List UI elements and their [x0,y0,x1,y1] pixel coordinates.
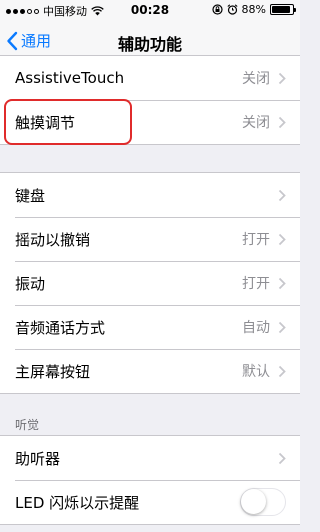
row-label: 触摸调节 [15,113,76,132]
status-bar: 中国移动 00:28 88% [0,0,300,20]
settings-group-hearing: 助听器 LED 闪烁以示提醒 [0,435,300,525]
row-assistivetouch[interactable]: AssistiveTouch 关闭 [0,56,300,100]
row-label: LED 闪烁以示提醒 [15,493,140,512]
row-value: 关闭 [242,115,270,131]
row-value: 自动 [242,320,270,336]
row-shake-to-undo[interactable]: 摇动以撤销 打开 [0,217,300,261]
settings-group-1: AssistiveTouch 关闭 触摸调节 关闭 [0,55,300,145]
rotation-lock-icon [211,4,223,15]
chevron-right-icon [278,321,286,333]
row-value: 打开 [242,276,270,292]
row-value: 关闭 [242,71,270,87]
row-label: 键盘 [15,186,46,205]
row-label: 助听器 [15,449,61,468]
row-value: 打开 [242,232,270,248]
chevron-right-icon [278,116,286,128]
toggle-knob [241,489,266,514]
row-home-button[interactable]: 主屏幕按钮 默认 [0,349,300,393]
battery-percent: 88% [241,3,266,16]
chevron-right-icon [278,365,286,377]
chevron-right-icon [278,189,286,201]
row-vibration[interactable]: 振动 打开 [0,261,300,305]
chevron-right-icon [278,452,286,464]
row-label: 摇动以撤销 [15,230,91,249]
row-label: AssistiveTouch [15,69,125,87]
settings-group-2: 键盘 摇动以撤销 打开 振动 打开 音频通话方式 自动 主屏幕按钮 默认 [0,172,300,394]
led-flash-toggle[interactable] [240,488,286,516]
alarm-icon [226,4,238,15]
chevron-right-icon [278,277,286,289]
row-label: 音频通话方式 [15,318,106,337]
chevron-right-icon [278,72,286,84]
row-led-flash-alerts: LED 闪烁以示提醒 [0,480,300,524]
status-right: 88% [211,3,296,16]
row-label: 振动 [15,274,46,293]
page-title: 辅助功能 [117,35,182,54]
row-value: 默认 [242,364,270,380]
row-keyboard[interactable]: 键盘 [0,173,300,217]
row-touch-accommodations[interactable]: 触摸调节 关闭 [0,100,300,144]
row-label: 主屏幕按钮 [15,362,91,381]
chevron-right-icon [278,233,286,245]
section-header-hearing: 听觉 [15,418,40,432]
battery-icon [270,4,296,15]
row-hearing-devices[interactable]: 助听器 [0,436,300,480]
row-call-audio-routing[interactable]: 音频通话方式 自动 [0,305,300,349]
